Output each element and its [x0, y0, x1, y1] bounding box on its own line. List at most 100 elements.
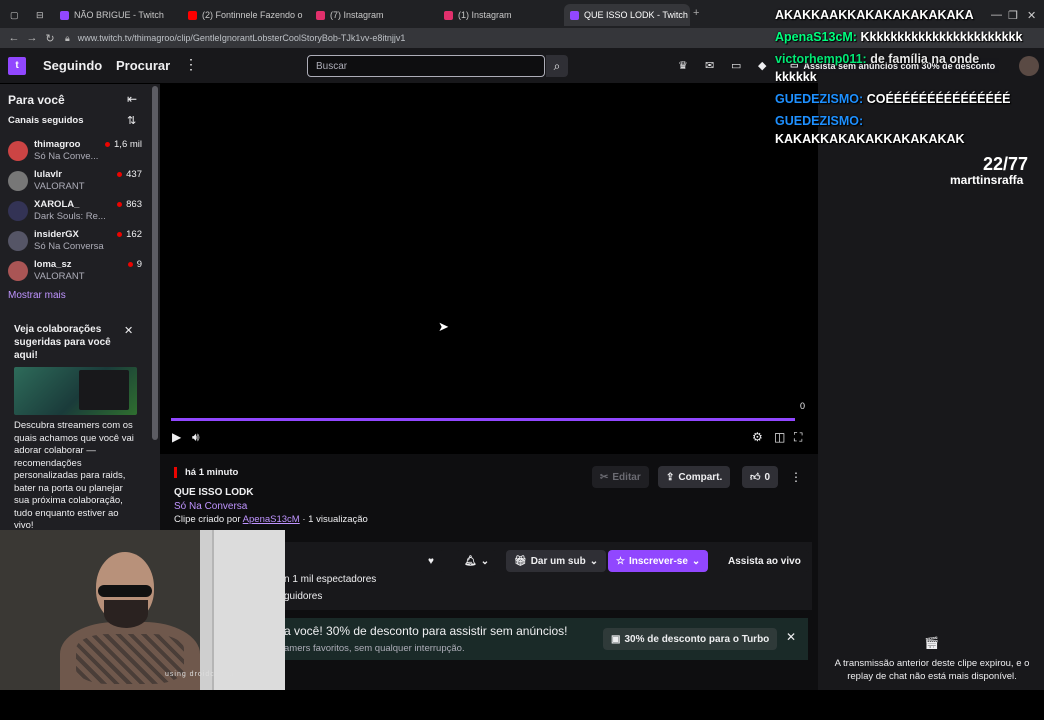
- viewer-count: 1,6 mil: [114, 139, 142, 150]
- channel-name: insiderGX: [34, 229, 79, 240]
- like-button[interactable]: 👍︎ 0: [742, 466, 779, 488]
- notifications-button[interactable]: 🔔︎ ⌄: [456, 550, 498, 572]
- sidebar-channel-thimagroo[interactable]: thimagroo Só Na Conve... 1,6 mil: [8, 138, 148, 166]
- goal-counter: 22/77: [983, 154, 1029, 174]
- play-icon[interactable]: ▶: [172, 430, 181, 444]
- tab-1[interactable]: NÃO BRIGUE - Twitch: [54, 4, 180, 26]
- share-icon: ⇪: [666, 471, 675, 483]
- inbox-icon[interactable]: ✉: [705, 59, 714, 72]
- new-tab-icon[interactable]: +: [693, 7, 699, 19]
- gift-label: Dar um sub: [530, 555, 586, 567]
- fullscreen-icon[interactable]: ⛶: [794, 430, 802, 445]
- viewer-count: 9: [136, 259, 142, 270]
- search-input[interactable]: Buscar: [307, 55, 545, 77]
- minimize-icon[interactable]: —: [991, 9, 1002, 21]
- promo-image: [14, 367, 137, 415]
- webcam-door: [212, 530, 285, 690]
- gift-sub-button[interactable]: 🎁︎ Dar um sub ⌄: [506, 550, 607, 572]
- close-window-icon[interactable]: ✕: [1027, 9, 1036, 22]
- more-options-icon[interactable]: ⋮: [790, 470, 802, 484]
- sidebar-channel-xarola[interactable]: XAROLA_ Dark Souls: Re... 863: [8, 198, 148, 226]
- reload-icon[interactable]: ↻: [41, 32, 59, 45]
- progress-bar[interactable]: [171, 418, 795, 421]
- nav-following[interactable]: Seguindo: [43, 58, 102, 73]
- live-dot-icon: [127, 262, 133, 267]
- live-dot-icon: [117, 202, 123, 207]
- settings-gear-icon[interactable]: ⚙: [752, 430, 763, 444]
- clip-title: QUE ISSO LODK: [174, 487, 254, 498]
- sidebar-channel-loma-sz[interactable]: loma_sz VALORANT 9: [8, 258, 148, 286]
- star-icon: ☆: [616, 555, 625, 567]
- close-icon[interactable]: ✕: [786, 630, 796, 644]
- overlay-username: GUEDEZISMO:: [775, 114, 864, 128]
- share-button[interactable]: ⇪ Compart.: [658, 466, 731, 488]
- viewer-count: 437: [126, 169, 142, 180]
- promo-text: Descubra streamers com os quais achamos …: [14, 420, 134, 531]
- tab-3[interactable]: (7) Instagram: [310, 4, 436, 26]
- webcam-watermark: using droidcam app: [165, 671, 245, 678]
- volume-icon[interactable]: 🔊︎: [192, 430, 200, 445]
- thumbs-up-icon: 👍︎: [750, 472, 761, 483]
- clip-category-link[interactable]: Só Na Conversa: [174, 501, 247, 512]
- watch-live-button[interactable]: Assista ao vivo: [720, 550, 809, 572]
- tab-group-icon[interactable]: ⊟: [30, 4, 50, 26]
- avatar: [8, 261, 28, 281]
- channel-name: thimagroo: [34, 139, 81, 150]
- turbo-button[interactable]: ▣ 30% de desconto para o Turbo: [603, 628, 778, 650]
- sidebar-channel-insidergx[interactable]: insiderGX Só Na Conversa 162: [8, 228, 148, 256]
- overlay-username: ApenaS13cM:: [775, 30, 857, 44]
- overlay-username: victorhemp011:: [775, 52, 867, 66]
- live-viewers: 162: [117, 229, 142, 240]
- overlay-chat-line: victorhemp011: de família na onde: [775, 52, 979, 66]
- sort-icon[interactable]: ⇅: [127, 114, 136, 127]
- tab-4[interactable]: (1) Instagram: [438, 4, 562, 26]
- video-player[interactable]: 0 ▶ 🔊︎ ⚙ ◫ ⛶: [160, 84, 818, 454]
- tab-5-active[interactable]: QUE ISSO LODK - Twitch: [564, 4, 690, 26]
- tab-strip-menu-icon[interactable]: ▢: [4, 4, 28, 26]
- turbo-button-label: 30% de desconto para o Turbo: [624, 633, 770, 645]
- lock-icon[interactable]: 🔒︎: [65, 33, 70, 44]
- nav-browse[interactable]: Procurar: [116, 58, 170, 73]
- collapse-sidebar-icon[interactable]: ⇤: [127, 92, 137, 106]
- instagram-favicon-icon: [444, 10, 453, 20]
- overlay-chat-line: KAKAKKAKAKAKKAKAKAKAK: [775, 132, 965, 146]
- search-icon[interactable]: ⌕: [546, 55, 568, 77]
- channel-game: VALORANT: [34, 181, 85, 192]
- tab-title: (2) Fontinnele Fazendo o: [202, 10, 303, 20]
- url-field[interactable]: www.twitch.tv/thimagroo/clip/GentleIgnor…: [78, 33, 406, 43]
- edit-button[interactable]: ✂ Editar: [592, 466, 649, 488]
- twitch-logo-icon[interactable]: t: [8, 57, 26, 75]
- overlay-chat-line: AKAKKAAKKAKAKAKAKAKAKA: [775, 8, 974, 22]
- mouse-cursor-icon: ➤: [438, 319, 449, 334]
- creator-link[interactable]: ApenaS13cM: [243, 514, 300, 525]
- follow-heart-button[interactable]: ♥: [418, 550, 444, 572]
- theatre-mode-icon[interactable]: ◫: [774, 430, 785, 444]
- clapperboard-icon: 🎬︎: [924, 636, 940, 650]
- back-icon[interactable]: ←: [5, 32, 23, 44]
- channel-name: loma_sz: [34, 259, 72, 270]
- maximize-icon[interactable]: ❐: [1008, 9, 1018, 22]
- more-options-icon[interactable]: ⋮: [184, 56, 198, 73]
- close-icon[interactable]: ✕: [124, 324, 133, 337]
- sidebar-channel-lulavlr[interactable]: lulavlr VALORANT 437: [8, 168, 148, 196]
- followed-channels-heading: Canais seguidos: [8, 115, 84, 126]
- live-dot-icon: [117, 172, 123, 177]
- user-avatar[interactable]: [1019, 56, 1039, 76]
- avatar: [8, 201, 28, 221]
- viewer-count: 863: [126, 199, 142, 210]
- tab-2[interactable]: (2) Fontinnele Fazendo o: [182, 4, 308, 26]
- chevron-down-icon: ⌄: [480, 555, 490, 567]
- sidebar-scrollbar[interactable]: [152, 86, 158, 440]
- forward-icon[interactable]: →: [23, 32, 41, 44]
- whispers-icon[interactable]: ▭: [731, 59, 741, 72]
- overlay-message: Kkkkkkkkkkkkkkkkkkkkkkk: [860, 30, 1023, 44]
- ad-free-icon: ▣: [611, 633, 621, 645]
- subscribe-button[interactable]: ☆ Inscrever-se ⌄: [608, 550, 709, 572]
- show-more-link[interactable]: Mostrar mais: [8, 290, 66, 301]
- live-viewers: 1,6 mil: [105, 139, 142, 150]
- tab-title: (1) Instagram: [458, 10, 512, 20]
- bits-icon[interactable]: ◆: [758, 59, 766, 72]
- gift-icon: 🎁︎: [514, 555, 527, 567]
- sidebar-title: Para você: [8, 93, 65, 107]
- crown-icon[interactable]: ♛: [678, 59, 688, 72]
